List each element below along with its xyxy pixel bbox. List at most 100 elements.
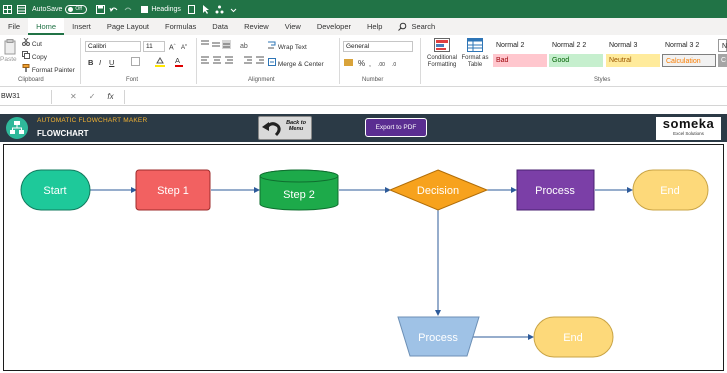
flow-node-decision[interactable]: Decision	[388, 169, 489, 211]
align-left-icon[interactable]	[201, 56, 241, 67]
tab-help[interactable]: Help	[359, 18, 390, 35]
conditional-formatting-button[interactable]: Conditional Formatting	[426, 38, 458, 69]
table-icon[interactable]	[14, 0, 28, 18]
cut-button[interactable]: Cut	[22, 37, 42, 48]
paste-button[interactable]	[3, 39, 17, 69]
cell-style-partial[interactable]: N	[718, 39, 727, 52]
redo-icon[interactable]	[121, 0, 135, 18]
formula-bar: BW31 ✕ ✓ fx	[0, 88, 727, 106]
name-box[interactable]: BW31	[0, 89, 52, 104]
back-label-line2: Menu	[288, 126, 304, 132]
underline-icon[interactable]: U	[109, 58, 114, 67]
paste-label: Paste	[0, 56, 17, 63]
cell-style-normal-2[interactable]: Normal 2	[493, 39, 548, 52]
increase-font-icon[interactable]: A^	[169, 42, 176, 51]
formula-input[interactable]	[123, 89, 727, 104]
autosave-control[interactable]: AutoSave Off	[32, 4, 88, 14]
cell-style-normal-3[interactable]: Normal 3	[606, 39, 661, 52]
format-as-table-button[interactable]: Format as Table	[460, 38, 490, 69]
accounting-format-icon[interactable]: %, .00 .0	[344, 58, 404, 70]
font-name-value: Calibri	[88, 43, 107, 50]
search-label: Search	[411, 22, 436, 31]
confirm-icon[interactable]: ✓	[89, 92, 96, 101]
font-size-select[interactable]: 11	[143, 41, 165, 52]
ribbon-divider	[80, 38, 81, 84]
format-painter-button[interactable]: Format Painter	[22, 64, 75, 74]
tab-developer[interactable]: Developer	[309, 18, 359, 35]
number-group-label: Number	[362, 77, 384, 83]
flow-node-step-1[interactable]: Step 1	[135, 169, 211, 211]
title-bar: AutoSave Off Headings	[0, 0, 727, 18]
cancel-icon[interactable]: ✕	[70, 92, 77, 101]
org-chart-icon[interactable]	[213, 0, 227, 18]
page-icon[interactable]	[185, 0, 199, 18]
flow-node-process-2[interactable]: Process	[397, 316, 480, 357]
format-as-table-icon	[467, 38, 483, 52]
format-as-table-label2: Table	[467, 62, 483, 68]
flow-node-end-2[interactable]: End	[533, 316, 614, 358]
fill-color-icon[interactable]	[155, 57, 165, 69]
export-to-pdf-button[interactable]: Export to PDF	[365, 118, 427, 137]
italic-icon[interactable]: I	[99, 58, 101, 67]
tab-view[interactable]: View	[277, 18, 309, 35]
tab-home[interactable]: Home	[28, 18, 65, 35]
wrap-text-button[interactable]: Wrap Text	[268, 41, 307, 51]
copy-button[interactable]: Copy	[22, 51, 47, 61]
undo-icon[interactable]	[107, 0, 121, 18]
cut-label: Cut	[31, 41, 42, 48]
cell-style-good[interactable]: Good	[549, 54, 603, 67]
align-top-icon[interactable]	[201, 40, 231, 51]
autosave-toggle[interactable]: Off	[65, 4, 88, 14]
flow-node-label: Process	[418, 332, 458, 344]
copy-label: Copy	[31, 54, 47, 61]
merge-center-icon	[268, 58, 276, 66]
cell-style-normal-3-2[interactable]: Normal 3 2	[662, 39, 717, 52]
decrease-font-icon[interactable]: Av	[181, 42, 187, 51]
borders-icon[interactable]	[131, 57, 140, 68]
tab-file[interactable]: File	[0, 18, 28, 35]
back-to-menu-button[interactable]: Back to Menu	[258, 116, 312, 140]
excel-grid-icon	[0, 0, 14, 18]
flow-node-step-2[interactable]: Step 2	[259, 169, 339, 211]
flow-node-process[interactable]: Process	[516, 169, 595, 211]
indent-icon[interactable]	[244, 56, 266, 67]
tab-page-layout[interactable]: Page Layout	[99, 18, 157, 35]
bold-icon[interactable]: B	[88, 58, 93, 67]
conditional-formatting-icon	[434, 38, 450, 52]
tab-data[interactable]: Data	[204, 18, 236, 35]
format-painter-label: Format Painter	[31, 67, 75, 74]
tab-formulas[interactable]: Formulas	[157, 18, 204, 35]
toggle-dot-icon	[68, 6, 74, 12]
page-title: FLOWCHART	[37, 129, 89, 138]
cell-style-neutral[interactable]: Neutral	[606, 54, 660, 67]
cell-style-check[interactable]: C	[718, 54, 727, 67]
fx-label[interactable]: fx	[107, 92, 113, 101]
styles-group-label: Styles	[594, 77, 611, 83]
number-format-select[interactable]: General	[343, 41, 413, 52]
tab-review[interactable]: Review	[236, 18, 277, 35]
flow-node-end[interactable]: End	[632, 169, 709, 211]
cell-style-normal-2-2[interactable]: Normal 2 2	[549, 39, 604, 52]
svg-text:.00: .00	[378, 62, 385, 68]
headings-label: Headings	[151, 5, 181, 13]
wrap-text-label: Wrap Text	[277, 44, 307, 51]
autosave-state: Off	[75, 6, 82, 12]
tab-insert[interactable]: Insert	[64, 18, 99, 35]
cell-style-bad[interactable]: Bad	[493, 54, 547, 67]
merge-center-button[interactable]: Merge & Center	[268, 58, 324, 68]
ribbon-tabs: File Home Insert Page Layout Formulas Da…	[0, 18, 727, 35]
cell-style-calculation[interactable]: Calculation	[662, 54, 716, 67]
flow-node-start[interactable]: Start	[20, 169, 91, 211]
font-name-select[interactable]: Calibri	[85, 41, 141, 52]
search-box[interactable]: Search	[390, 18, 443, 35]
flowchart-canvas: Start Step 1 Step 2 Decision Process End	[3, 144, 724, 371]
flowchart-logo-icon	[6, 117, 28, 139]
back-to-menu-label: Back to Menu	[283, 120, 309, 132]
headings-checkbox[interactable]	[141, 5, 149, 13]
customize-toolbar-icon[interactable]	[227, 0, 241, 18]
pointer-icon[interactable]	[199, 0, 213, 18]
svg-text:.0: .0	[392, 62, 396, 68]
font-color-icon[interactable]: A	[175, 56, 183, 67]
save-icon[interactable]	[93, 0, 107, 18]
orientation-icon[interactable]: ab	[240, 40, 252, 51]
